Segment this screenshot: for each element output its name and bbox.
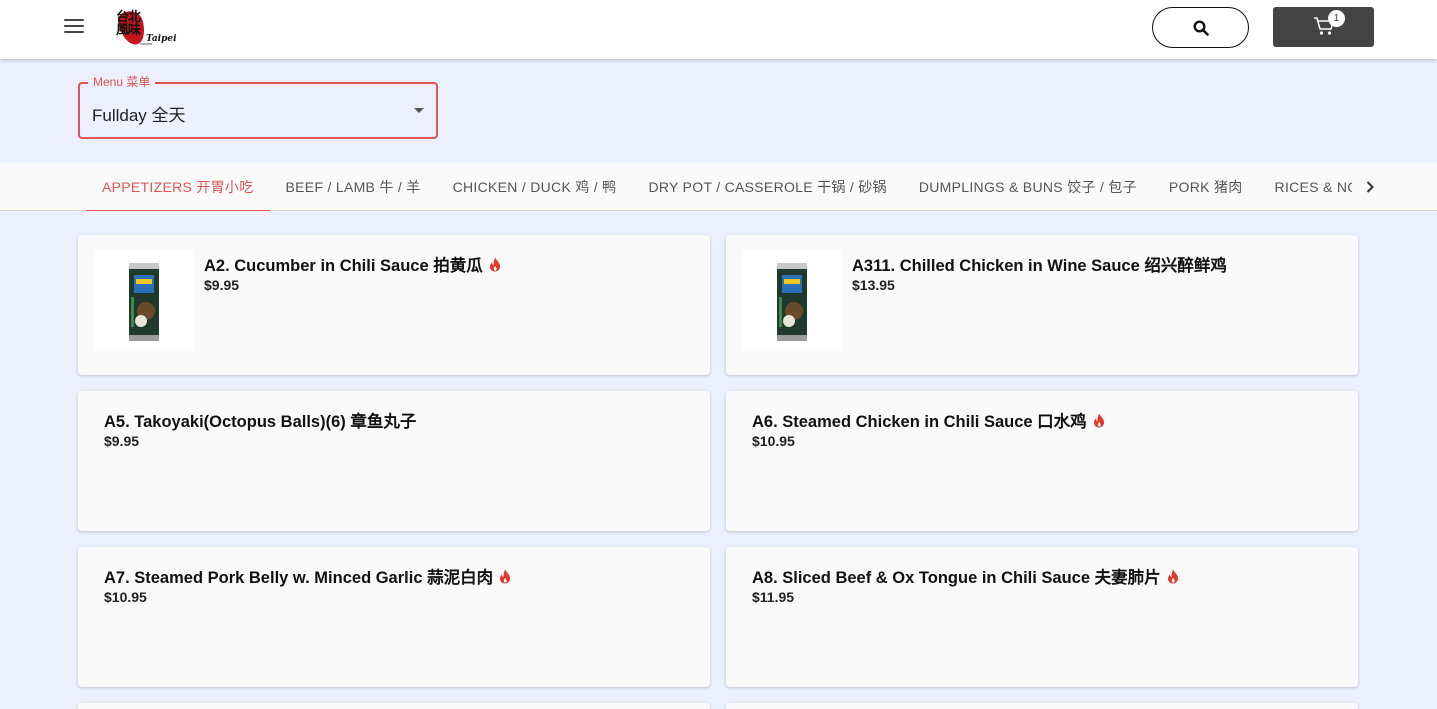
tabs-list: APPETIZERS 开胃小吃 BEEF / LAMB 牛 / 羊 CHICKE…: [86, 163, 1352, 211]
menu-item-card[interactable]: A7. Steamed Pork Belly w. Minced Garlic …: [78, 547, 710, 687]
tab-dumplings-buns[interactable]: DUMPLINGS & BUNS 饺子 / 包子: [903, 163, 1153, 211]
tab-chicken-duck[interactable]: CHICKEN / DUCK 鸡 / 鸭: [437, 163, 633, 211]
can-drink-image: [777, 263, 807, 341]
flame-icon: [500, 569, 511, 584]
category-tabs: APPETIZERS 开胃小吃 BEEF / LAMB 牛 / 羊 CHICKE…: [0, 163, 1437, 211]
search-button[interactable]: [1152, 7, 1249, 48]
item-price: $9.95: [204, 277, 240, 293]
hamburger-icon[interactable]: [64, 19, 84, 35]
item-price: $10.95: [104, 589, 147, 605]
menu-item-card[interactable]: A8. Sliced Beef & Ox Tongue in Chili Sau…: [726, 547, 1358, 687]
menu-item-card[interactable]: [726, 703, 1358, 709]
tabs-viewport: APPETIZERS 开胃小吃 BEEF / LAMB 牛 / 羊 CHICKE…: [86, 163, 1352, 211]
item-name: A2. Cucumber in Chili Sauce 拍黄瓜: [204, 252, 501, 276]
item-image: [742, 251, 842, 351]
menu-item-card[interactable]: [78, 703, 710, 709]
cart-button[interactable]: 1: [1273, 7, 1374, 47]
item-name: A6. Steamed Chicken in Chili Sauce 口水鸡: [752, 408, 1105, 432]
tab-appetizers[interactable]: APPETIZERS 开胃小吃: [86, 163, 270, 211]
item-price: $9.95: [104, 433, 140, 449]
flame-icon: [489, 257, 500, 272]
item-price: $13.95: [852, 277, 895, 293]
caret-down-icon: [414, 108, 424, 113]
tab-dry-pot-casserole[interactable]: DRY POT / CASSEROLE 干锅 / 砂锅: [632, 163, 902, 211]
tab-beef-lamb[interactable]: BEEF / LAMB 牛 / 羊: [270, 163, 437, 211]
menu-item-card[interactable]: A6. Steamed Chicken in Chili Sauce 口水鸡 $…: [726, 391, 1358, 531]
item-image: [94, 251, 194, 351]
tab-pork[interactable]: PORK 猪肉: [1153, 163, 1259, 211]
menu-item-card[interactable]: A5. Takoyaki(Octopus Balls)(6) 章鱼丸子 $9.9…: [78, 391, 710, 531]
item-price: $11.95: [752, 589, 795, 605]
menu-select-value: Fullday 全天: [92, 106, 186, 125]
logo-chinese-text: 台北風味: [116, 10, 141, 38]
restaurant-logo[interactable]: 台北風味 Taipei cuisine: [116, 8, 177, 48]
menu-select[interactable]: Menu 菜单 Fullday 全天: [78, 75, 438, 139]
item-name: A311. Chilled Chicken in Wine Sauce 绍兴醉鲜…: [852, 257, 1227, 275]
item-name: A8. Sliced Beef & Ox Tongue in Chili Sau…: [752, 564, 1179, 588]
chevron-right-icon[interactable]: [1358, 175, 1382, 199]
menu-item-card[interactable]: A311. Chilled Chicken in Wine Sauce 绍兴醉鲜…: [726, 235, 1358, 375]
cart-count-badge: 1: [1328, 10, 1345, 27]
flame-icon: [1093, 413, 1104, 428]
top-app-bar: 台北風味 Taipei cuisine 1: [0, 0, 1437, 59]
menu-item-card[interactable]: A2. Cucumber in Chili Sauce 拍黄瓜 $9.95: [78, 235, 710, 375]
logo-sub-text: cuisine: [140, 41, 153, 46]
search-icon: [1193, 20, 1209, 36]
flame-icon: [1167, 569, 1178, 584]
item-name: A5. Takoyaki(Octopus Balls)(6) 章鱼丸子: [104, 413, 417, 431]
can-drink-image: [129, 263, 159, 341]
tab-rices-noodles[interactable]: RICES & NOODLES: [1259, 163, 1352, 211]
item-price: $10.95: [752, 433, 795, 449]
item-name: A7. Steamed Pork Belly w. Minced Garlic …: [104, 564, 511, 588]
menu-select-label: Menu 菜单: [88, 75, 156, 89]
